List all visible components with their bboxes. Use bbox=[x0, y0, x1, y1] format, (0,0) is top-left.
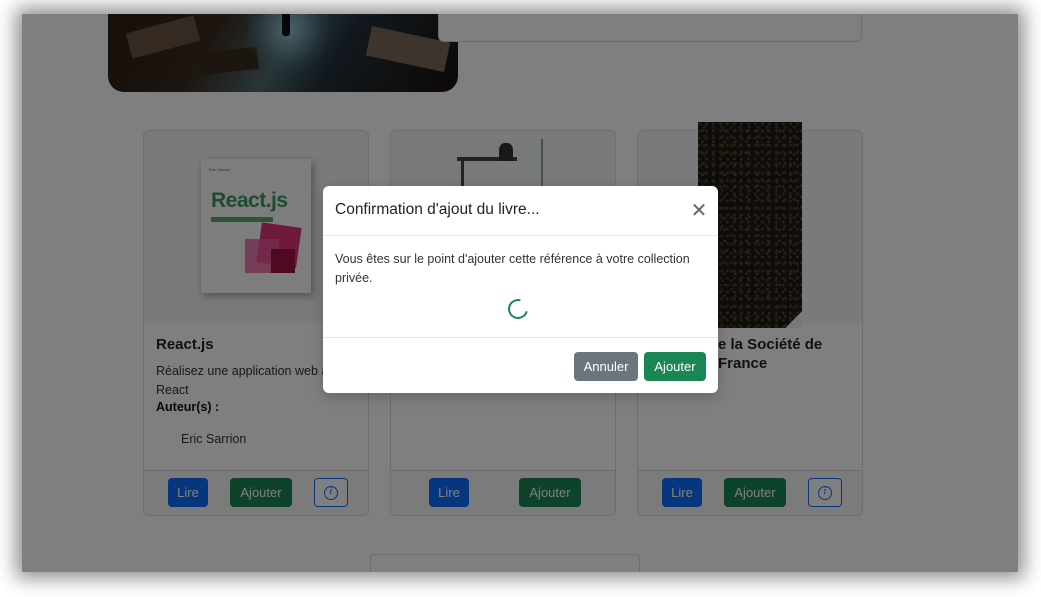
modal-footer: Annuler Ajouter bbox=[323, 337, 718, 393]
modal-title: Confirmation d'ajout du livre... bbox=[335, 201, 540, 218]
loading-spinner bbox=[504, 295, 532, 323]
confirm-add-button[interactable]: Ajouter bbox=[644, 352, 706, 381]
cancel-button[interactable]: Annuler bbox=[574, 352, 638, 381]
close-icon[interactable]: ✕ bbox=[690, 200, 708, 220]
add-book-confirmation-modal: Confirmation d'ajout du livre... ✕ Vous … bbox=[323, 186, 718, 393]
modal-header: Confirmation d'ajout du livre... ✕ bbox=[323, 186, 718, 236]
modal-message: Vous êtes sur le point d'ajouter cette r… bbox=[335, 252, 690, 285]
